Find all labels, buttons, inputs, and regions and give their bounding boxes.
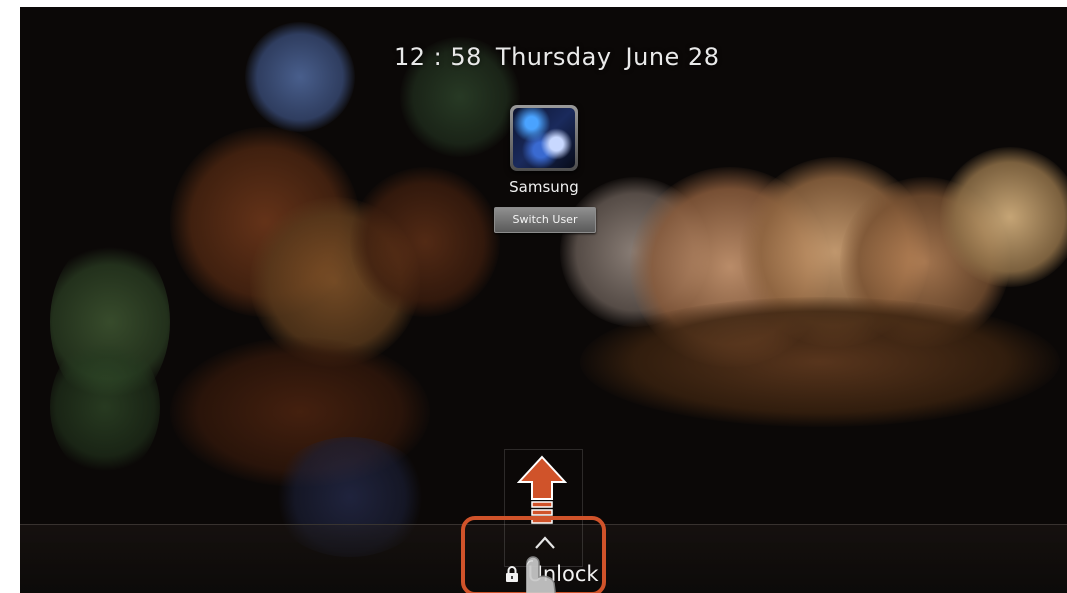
day-text: Thursday: [495, 43, 612, 71]
bokeh-light: [245, 22, 355, 132]
bokeh-light: [350, 167, 500, 317]
clock-date: 12 : 58 Thursday June 28: [394, 43, 719, 73]
date-text: June 28: [625, 43, 720, 71]
user-name: Samsung: [509, 178, 579, 196]
time-text: 12 : 58: [394, 43, 482, 71]
bokeh-light: [580, 297, 1060, 427]
bokeh-light: [940, 147, 1067, 287]
user-photo: [513, 108, 575, 168]
user-avatar[interactable]: [510, 105, 578, 171]
hand-pointer-icon: [526, 556, 556, 593]
bokeh-light: [50, 337, 160, 477]
switch-user-button[interactable]: Switch User: [494, 207, 596, 233]
lock-screen: 12 : 58 Thursday June 28 Samsung Switch …: [20, 7, 1067, 593]
